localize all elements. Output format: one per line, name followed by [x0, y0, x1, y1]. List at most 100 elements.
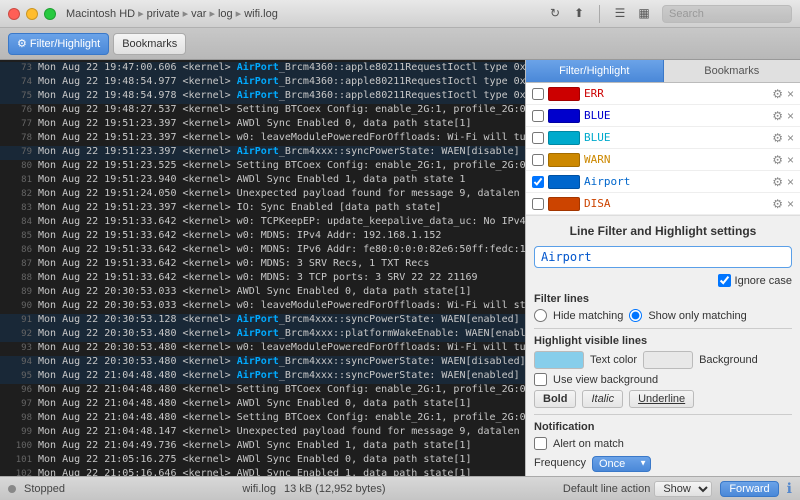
- ignore-case-label: Ignore case: [735, 275, 792, 287]
- log-line-text: Mon Aug 22 20:30:53.480 <kernel> AirPort…: [38, 328, 525, 339]
- log-line: 102Mon Aug 22 21:05:16.646 <kernel> AWDl…: [0, 468, 525, 476]
- tab-filter-highlight[interactable]: Filter/Highlight: [526, 60, 664, 82]
- filter-item: ERR⚙×: [526, 83, 800, 105]
- filter-checkbox[interactable]: [532, 110, 544, 122]
- text-color-swatch[interactable]: [534, 351, 584, 369]
- show-only-matching-radio[interactable]: [629, 309, 642, 322]
- filter-close-icon[interactable]: ×: [787, 87, 794, 101]
- alert-on-match-checkbox[interactable]: [534, 437, 547, 450]
- log-line-number: 86: [4, 245, 32, 255]
- frequency-row: Frequency Once Always Never: [534, 454, 792, 472]
- layout-icon[interactable]: ▦: [636, 5, 652, 21]
- bookmarks-button[interactable]: Bookmarks: [113, 33, 186, 55]
- frequency-select-wrapper: Once Always Never: [592, 454, 651, 472]
- filter-item: DISA⚙×: [526, 193, 800, 215]
- log-line-number: 93: [4, 343, 32, 353]
- log-line: 93 Mon Aug 22 20:30:53.480 <kernel> w0: l…: [0, 342, 525, 356]
- filter-search-input[interactable]: [534, 246, 792, 268]
- bold-button[interactable]: Bold: [534, 390, 576, 408]
- search-bar[interactable]: Search: [662, 5, 792, 23]
- log-line-text: Mon Aug 22 20:30:53.128 <kernel> AirPort…: [38, 314, 520, 325]
- status-filename: wifi.log: [242, 483, 276, 495]
- underline-button[interactable]: Underline: [629, 390, 694, 408]
- forward-button[interactable]: Forward: [720, 481, 778, 497]
- filter-close-icon[interactable]: ×: [787, 131, 794, 145]
- log-line-number: 79: [4, 147, 32, 157]
- log-line-text: Mon Aug 22 19:51:33.642 <kernel> w0: MDN…: [38, 258, 429, 269]
- hide-matching-radio[interactable]: [534, 309, 547, 322]
- show-select[interactable]: Show: [654, 481, 712, 497]
- traffic-lights: [8, 8, 56, 20]
- filter-color-box: [548, 131, 580, 145]
- log-line-text: Mon Aug 22 20:30:53.033 <kernel> w0: lea…: [38, 300, 525, 311]
- filter-gear-icon[interactable]: ⚙: [772, 131, 783, 145]
- sidebar-icon[interactable]: ☰: [612, 5, 628, 21]
- filter-close-icon[interactable]: ×: [787, 153, 794, 167]
- filter-checkbox[interactable]: [532, 176, 544, 188]
- filter-close-icon[interactable]: ×: [787, 109, 794, 123]
- path-filename: wifi.log: [244, 8, 278, 20]
- log-line-number: 84: [4, 217, 32, 227]
- log-line-number: 81: [4, 175, 32, 185]
- log-line-text: Mon Aug 22 19:51:23.397 <kernel> AWDl Sy…: [38, 118, 471, 129]
- log-line-number: 96: [4, 385, 32, 395]
- filter-close-icon[interactable]: ×: [787, 175, 794, 189]
- log-line-text: Mon Aug 22 21:05:16.646 <kernel> AWDl Sy…: [38, 468, 471, 476]
- log-scrollable[interactable]: 73Mon Aug 22 19:47:00.606 <kernel> AirPo…: [0, 60, 525, 476]
- use-view-bg-label: Use view background: [553, 374, 658, 386]
- use-view-bg-row: Use view background: [534, 373, 792, 386]
- italic-button[interactable]: Italic: [582, 390, 623, 408]
- filter-gear-icon[interactable]: ⚙: [772, 197, 783, 211]
- log-line: 76Mon Aug 22 19:48:27.537 <kernel> Setti…: [0, 104, 525, 118]
- filter-highlight-button[interactable]: ⚙ Filter/Highlight: [8, 33, 109, 55]
- log-line-number: 91: [4, 315, 32, 325]
- alert-on-match-label: Alert on match: [553, 438, 624, 450]
- refresh-icon[interactable]: ↻: [547, 5, 563, 21]
- filter-checkbox[interactable]: [532, 198, 544, 210]
- filter-checkbox[interactable]: [532, 132, 544, 144]
- text-color-label: Text color: [590, 354, 637, 366]
- log-line: 78Mon Aug 22 19:51:23.397 <kernel> w0: l…: [0, 132, 525, 146]
- log-line-number: 77: [4, 119, 32, 129]
- hide-matching-label: Hide matching: [553, 310, 623, 322]
- log-line: 89Mon Aug 22 20:30:53.033 <kernel> AWDl …: [0, 286, 525, 300]
- log-line-number: 95: [4, 371, 32, 381]
- frequency-select[interactable]: Once Always Never: [592, 456, 651, 472]
- log-line-text: Mon Aug 22 19:48:54.977 <kernel> AirPort…: [38, 76, 525, 87]
- filter-gear-icon[interactable]: ⚙: [772, 153, 783, 167]
- filter-gear-icon[interactable]: ⚙: [772, 175, 783, 189]
- path-var: var: [191, 8, 206, 20]
- close-button[interactable]: [8, 8, 20, 20]
- notification-section: Notification Alert on match Frequency On…: [534, 421, 792, 472]
- use-view-bg-checkbox[interactable]: [534, 373, 547, 386]
- log-line: 74Mon Aug 22 19:48:54.977 <kernel> AirPo…: [0, 76, 525, 90]
- log-line: 101Mon Aug 22 21:05:16.275 <kernel> AWDl…: [0, 454, 525, 468]
- log-line-text: Mon Aug 22 20:30:53.480 <kernel> w0: lea…: [38, 342, 525, 353]
- log-line-number: 98: [4, 413, 32, 423]
- minimize-button[interactable]: [26, 8, 38, 20]
- ignore-case-checkbox[interactable]: [718, 274, 731, 287]
- log-line-text: Mon Aug 22 21:04:48.480 <kernel> Setting…: [38, 384, 525, 395]
- filter-gear-icon[interactable]: ⚙: [772, 109, 783, 123]
- tab-bookmarks[interactable]: Bookmarks: [664, 60, 800, 82]
- filter-item: WARN ⚙ ×: [526, 149, 800, 171]
- filter-close-icon[interactable]: ×: [787, 197, 794, 211]
- titlebar-icons: ↻ ⬆ ☰ ▦: [547, 5, 652, 23]
- info-icon: ℹ: [787, 480, 792, 497]
- filter-checkbox[interactable]: [532, 154, 544, 166]
- share-icon[interactable]: ⬆: [571, 5, 587, 21]
- filter-checkbox[interactable]: [532, 88, 544, 100]
- log-line-text: Mon Aug 22 19:51:24.050 <kernel> Unexpec…: [38, 188, 525, 199]
- default-action-label: Default line action: [563, 483, 650, 495]
- log-line: 88Mon Aug 22 19:51:33.642 <kernel> w0: M…: [0, 272, 525, 286]
- log-line: 82Mon Aug 22 19:51:24.050 <kernel> Unexp…: [0, 188, 525, 202]
- log-line-text: Mon Aug 22 19:51:33.642 <kernel> w0: MDN…: [38, 230, 441, 241]
- log-line-number: 89: [4, 287, 32, 297]
- background-swatch[interactable]: [643, 351, 693, 369]
- maximize-button[interactable]: [44, 8, 56, 20]
- filter-gear-icon[interactable]: ⚙: [772, 87, 783, 101]
- log-line-number: 99: [4, 427, 32, 437]
- log-line: 94Mon Aug 22 20:30:53.480 <kernel> AirPo…: [0, 356, 525, 370]
- log-line-number: 97: [4, 399, 32, 409]
- filter-text: WARN: [584, 153, 766, 166]
